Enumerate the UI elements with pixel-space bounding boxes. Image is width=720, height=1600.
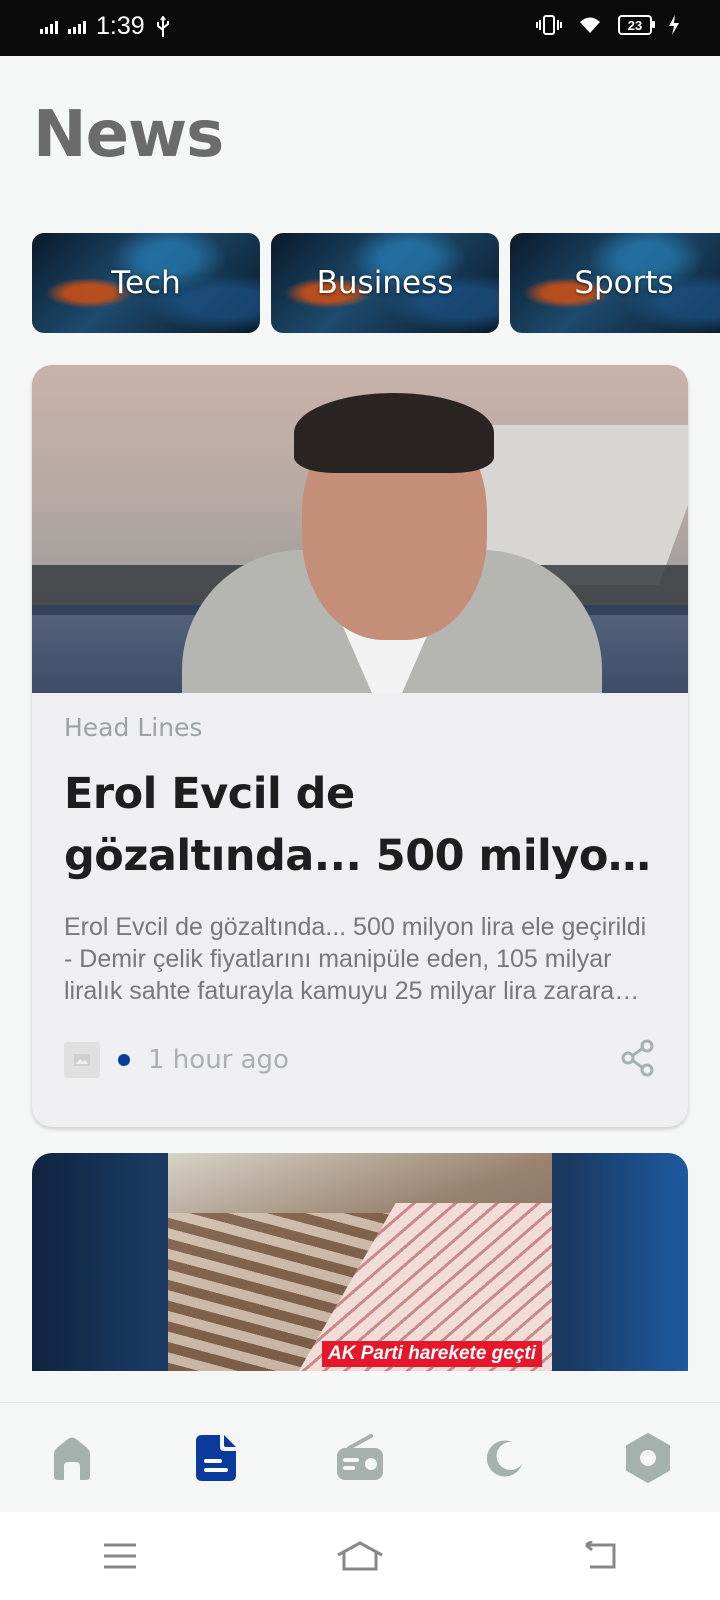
category-carousel[interactable]: Tech Business Sports xyxy=(32,233,720,333)
vibrate-icon xyxy=(536,15,562,35)
article-time: 1 hour ago xyxy=(148,1045,289,1075)
system-nav xyxy=(0,1512,720,1600)
article-card[interactable]: Head Lines Erol Evcil de gözaltında... 5… xyxy=(32,365,688,1127)
battery-level: 23 xyxy=(627,17,643,33)
battery-icon: 23 xyxy=(618,15,655,35)
nav-articles[interactable] xyxy=(186,1428,246,1488)
radio-icon xyxy=(337,1434,383,1480)
nav-radio[interactable] xyxy=(330,1428,390,1488)
category-sports[interactable]: Sports xyxy=(510,233,720,333)
signal-icon xyxy=(40,20,58,34)
home-outline-icon xyxy=(337,1541,383,1571)
usb-icon xyxy=(156,15,169,37)
category-label: Tech xyxy=(111,265,181,301)
signal-icon xyxy=(68,20,86,34)
category-label: Business xyxy=(316,265,454,301)
article-meta: 1 hour ago xyxy=(64,1039,656,1082)
back-button[interactable] xyxy=(570,1531,630,1581)
category-tech[interactable]: Tech xyxy=(32,233,260,333)
article-category: Head Lines xyxy=(64,713,203,742)
settings-icon xyxy=(626,1433,670,1483)
category-label: Sports xyxy=(574,265,674,301)
nav-settings[interactable] xyxy=(618,1428,678,1488)
share-icon[interactable] xyxy=(620,1039,656,1082)
article-image xyxy=(32,365,688,693)
status-right: 23 xyxy=(536,14,680,36)
status-left: 1:39 xyxy=(40,12,171,41)
status-time: 1:39 xyxy=(96,12,145,40)
image-placeholder-icon xyxy=(64,1042,100,1078)
wifi-icon xyxy=(580,17,600,33)
status-dot xyxy=(118,1054,130,1066)
article-card[interactable]: AK Parti harekete geçti xyxy=(32,1153,688,1371)
nav-dark-mode[interactable] xyxy=(474,1428,534,1488)
charging-icon xyxy=(669,15,679,35)
article-icon xyxy=(196,1435,236,1481)
article-title[interactable]: Erol Evcil de gözaltında... 500 milyon l… xyxy=(64,763,656,887)
recents-button[interactable] xyxy=(90,1531,150,1581)
home-icon xyxy=(54,1437,90,1480)
category-business[interactable]: Business xyxy=(271,233,499,333)
article-image xyxy=(168,1153,552,1371)
image-caption: AK Parti harekete geçti xyxy=(322,1341,543,1367)
nav-home[interactable] xyxy=(42,1428,102,1488)
home-button[interactable] xyxy=(330,1531,390,1581)
article-description: Erol Evcil de gözaltında... 500 milyon l… xyxy=(64,913,647,1005)
page-title: News xyxy=(33,98,224,172)
bottom-nav xyxy=(0,1402,720,1513)
moon-icon xyxy=(486,1440,522,1477)
status-bar: 1:39 23 xyxy=(0,0,720,56)
back-icon xyxy=(585,1541,616,1569)
menu-icon xyxy=(104,1543,136,1569)
